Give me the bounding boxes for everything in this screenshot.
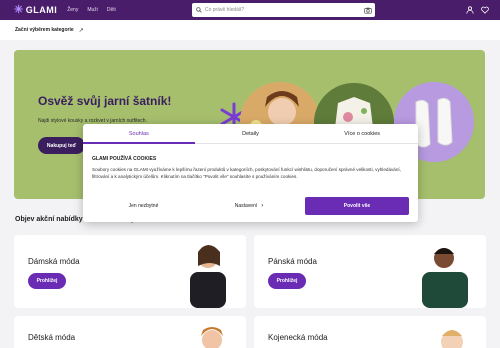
cookie-consent-dialog: Souhlas Detaily Více o cookies GLAMI POU… (83, 124, 418, 222)
cookie-heading: GLAMI POUŽÍVÁ COOKIES (92, 156, 157, 162)
settings-label: Nastavení (234, 203, 258, 209)
search-placeholder: Co právě hledáš? (205, 7, 245, 13)
category-prompt: Začni výběrem kategorie (15, 27, 74, 33)
browse-men-button[interactable]: Prohlížej (268, 273, 306, 289)
browse-women-button[interactable]: Prohlížej (28, 273, 66, 289)
card-title: Dámská móda (28, 257, 80, 266)
category-bar[interactable]: Začni výběrem kategorie ↗ (0, 20, 500, 40)
logo-star-icon: ✳ (14, 3, 24, 16)
wishlist-heart-icon[interactable] (480, 5, 490, 15)
search-icon (196, 7, 202, 13)
hero-title: Osvěž svůj jarní šatník! (38, 94, 172, 108)
top-navigation-bar: ✳ GLAMI Ženy Muži Děti Co právě hledáš? (0, 0, 500, 20)
child-model-image (201, 327, 223, 348)
card-title: Pánská móda (268, 257, 317, 266)
search-input[interactable]: Co právě hledáš? (192, 3, 375, 17)
woman-model-image (190, 245, 226, 308)
nav-item-women[interactable]: Ženy (67, 7, 78, 13)
card-title: Kojenecká móda (268, 333, 328, 342)
glami-logo[interactable]: ✳ GLAMI (14, 3, 58, 16)
category-card-men[interactable]: Pánská móda Prohlížej (254, 235, 486, 308)
cookie-description: Soubory cookies na GLAMI využíváme k lep… (92, 167, 401, 179)
tab-details[interactable]: Detaily (195, 124, 307, 143)
baby-model-image (441, 330, 463, 348)
camera-search-icon[interactable] (361, 3, 375, 17)
tab-about-cookies[interactable]: Více o cookies (306, 124, 418, 143)
category-card-kids[interactable]: Dětská móda (14, 316, 246, 348)
logo-text: GLAMI (25, 5, 58, 15)
main-nav: Ženy Muži Děti (67, 7, 125, 13)
nav-item-men[interactable]: Muži (87, 7, 98, 13)
man-model-image (422, 248, 468, 308)
shop-now-button[interactable]: Nakupuj teď (38, 137, 85, 154)
user-account-icon[interactable] (465, 5, 475, 15)
cookie-tabs: Souhlas Detaily Více o cookies (83, 124, 418, 144)
arrow-up-right-icon: ↗ (78, 27, 84, 34)
category-card-babies[interactable]: Kojenecká móda (254, 316, 486, 348)
nav-item-kids[interactable]: Děti (107, 7, 116, 13)
necessary-only-button[interactable]: Jen nezbytné (92, 197, 195, 215)
chevron-right-icon: › (261, 203, 264, 209)
cookie-settings-button[interactable]: Nastavení › (199, 197, 299, 215)
card-title: Dětská móda (28, 333, 76, 342)
allow-all-button[interactable]: Povolit vše (305, 197, 409, 215)
category-card-women[interactable]: Dámská móda Prohlížej (14, 235, 246, 308)
tab-consent[interactable]: Souhlas (83, 124, 195, 144)
